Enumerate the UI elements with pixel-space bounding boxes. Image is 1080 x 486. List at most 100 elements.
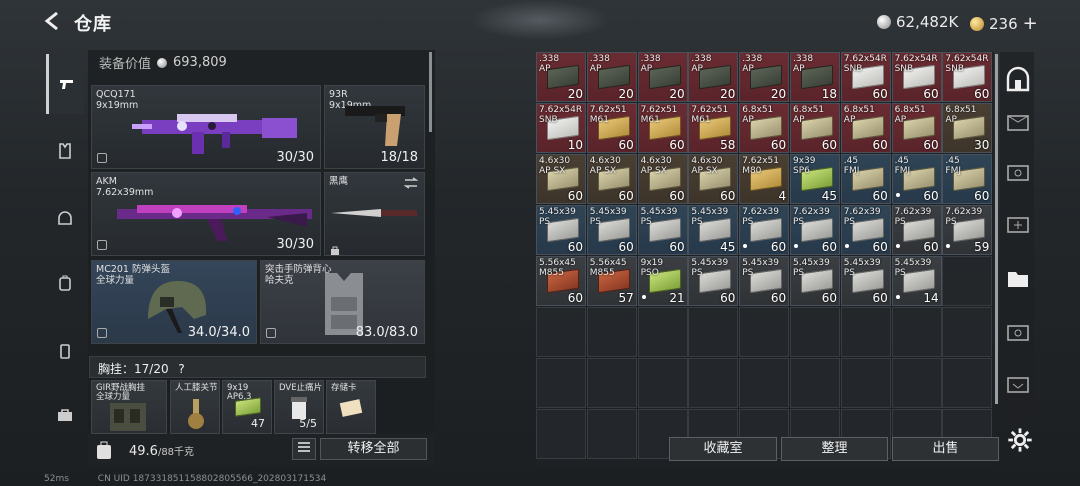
grid-item-cell[interactable]: 7.62x54R SNB 60 — [942, 52, 993, 102]
storage-tab-2[interactable] — [1004, 108, 1032, 136]
grid-empty-cell[interactable] — [536, 307, 586, 357]
rig-slot-knee[interactable]: 人工膝关节 — [170, 380, 220, 434]
melee-slot[interactable]: 黑鹰 — [324, 172, 425, 256]
storage-tab-6[interactable] — [1004, 318, 1032, 346]
grid-item-cell[interactable]: 5.45x39 PS 60 — [536, 205, 586, 255]
grid-item-cell[interactable]: .45 FMJ 60 — [840, 154, 891, 204]
grid-empty-cell[interactable] — [637, 307, 688, 357]
grid-item-cell[interactable]: 4.6x30 AP SX 60 — [586, 154, 637, 204]
grid-empty-cell[interactable] — [586, 409, 637, 459]
grid-empty-cell[interactable] — [637, 358, 688, 408]
grid-empty-cell[interactable] — [586, 307, 637, 357]
grid-empty-cell[interactable] — [840, 358, 891, 408]
settings-button[interactable] — [1006, 426, 1032, 452]
grid-item-cell[interactable]: 5.56x45 M855 57 — [586, 256, 637, 306]
grid-empty-cell[interactable] — [790, 307, 840, 357]
grid-item-cell[interactable]: 5.45x39 PS 60 — [586, 205, 637, 255]
grid-empty-cell[interactable] — [536, 409, 586, 459]
grid-item-cell[interactable]: .338 AP 20 — [688, 52, 739, 102]
grid-item-cell[interactable]: 6.8x51 AP 60 — [790, 103, 840, 153]
grid-item-cell[interactable]: 5.45x39 PS 45 — [688, 205, 739, 255]
grid-item-cell[interactable]: 7.62x54R SNB 60 — [891, 52, 942, 102]
transfer-all-button[interactable]: 转移全部 — [320, 438, 427, 460]
grid-item-cell[interactable]: .338 AP 20 — [586, 52, 637, 102]
grid-item-cell[interactable]: 4.6x30 AP SX 60 — [536, 154, 586, 204]
add-currency-button[interactable]: + — [1023, 13, 1038, 34]
grid-item-cell[interactable]: 4.6x30 AP SX 60 — [637, 154, 688, 204]
grid-item-cell[interactable]: .338 AP 20 — [637, 52, 688, 102]
grid-item-cell[interactable]: 7.62x54R SNB 10 — [536, 103, 586, 153]
grid-empty-cell[interactable] — [536, 358, 586, 408]
grid-empty-cell[interactable] — [739, 358, 790, 408]
grid-item-cell[interactable]: .45 FMJ 60 — [942, 154, 993, 204]
grid-empty-cell[interactable] — [840, 307, 891, 357]
grid-item-cell[interactable]: 6.8x51 AP 60 — [840, 103, 891, 153]
grid-item-cell[interactable]: 5.45x39 PS 14 — [891, 256, 942, 306]
grid-item-cell[interactable]: 6.8x51 AP 60 — [739, 103, 790, 153]
grid-empty-cell[interactable] — [891, 307, 942, 357]
storage-tab-7[interactable] — [1004, 370, 1032, 398]
grid-empty-cell[interactable] — [891, 358, 942, 408]
grid-item-cell[interactable]: 4.6x30 AP SX 60 — [688, 154, 739, 204]
grid-item-cell[interactable]: 5.45x39 PS 60 — [637, 205, 688, 255]
grid-empty-cell[interactable] — [790, 358, 840, 408]
grid-item-cell[interactable]: 7.62x39 PS 59 — [942, 205, 993, 255]
grid-empty-cell[interactable] — [942, 358, 993, 408]
secondary-weapon-slot[interactable]: 93R 9x19mm 18/18 — [324, 85, 425, 169]
primary-weapon-slot[interactable]: QCQ171 9x19mm 30/30 — [91, 85, 321, 169]
grid-item-cell[interactable]: .338 AP 18 — [790, 52, 840, 102]
storage-tab-main[interactable] — [1004, 66, 1032, 94]
grid-item-cell[interactable]: 5.45x39 PS 60 — [790, 256, 840, 306]
sell-button[interactable]: 出售 — [892, 437, 999, 461]
storage-tab-5-active[interactable] — [1004, 264, 1032, 292]
grid-item-cell[interactable]: .45 FMJ 60 — [891, 154, 942, 204]
grid-item-cell[interactable]: 7.62x51 M61 60 — [637, 103, 688, 153]
grid-item-cell[interactable]: .338 AP 20 — [739, 52, 790, 102]
back-arrow-icon[interactable] — [42, 10, 64, 32]
grid-empty-cell[interactable] — [688, 307, 739, 357]
grid-item-cell[interactable]: 6.8x51 AP 60 — [891, 103, 942, 153]
grid-item-cell[interactable]: 7.62x39 PS 60 — [790, 205, 840, 255]
grid-item-cell[interactable]: .338 AP 20 — [536, 52, 586, 102]
grid-empty-cell[interactable] — [942, 256, 993, 306]
grid-item-cell[interactable]: 7.62x39 PS 60 — [840, 205, 891, 255]
list-view-button[interactable] — [292, 438, 316, 460]
rig-slot-memory-card[interactable]: 存储卡 — [326, 380, 376, 434]
primary-weapon2-slot[interactable]: AKM 7.62x39mm 30/30 — [91, 172, 321, 256]
grid-empty-cell[interactable] — [688, 358, 739, 408]
storage-tab-3[interactable] — [1004, 158, 1032, 186]
rig-slot-chest-rig[interactable]: GIR野战胸挂 全球力量 — [91, 380, 167, 434]
armor-slot[interactable]: 突击手防弹背心 哈夫克 83.0/83.0 — [260, 260, 425, 344]
rail-toolbox[interactable] — [48, 398, 82, 432]
grid-item-cell[interactable]: 5.45x39 PS 60 — [688, 256, 739, 306]
loadout-scrollbar[interactable] — [429, 52, 432, 132]
rail-helmet[interactable] — [48, 202, 82, 236]
storage-tab-4[interactable] — [1004, 210, 1032, 238]
grid-scrollbar[interactable] — [995, 54, 998, 404]
grid-item-cell[interactable]: 7.62x39 PS 60 — [739, 205, 790, 255]
grid-item-cell[interactable]: 5.45x39 PS 60 — [840, 256, 891, 306]
grid-item-cell[interactable]: 7.62x51 M61 58 — [688, 103, 739, 153]
grid-item-cell[interactable]: 5.56x45 M855 60 — [536, 256, 586, 306]
grid-item-cell[interactable]: 7.62x54R SNB 60 — [840, 52, 891, 102]
rail-chest-rig[interactable] — [48, 134, 82, 168]
grid-empty-cell[interactable] — [942, 307, 993, 357]
grid-item-cell[interactable]: 9x39 SP6 45 — [790, 154, 840, 204]
grid-item-cell[interactable]: 5.45x39 PS 60 — [739, 256, 790, 306]
sort-button[interactable]: 整理 — [781, 437, 888, 461]
grid-item-cell[interactable]: 7.62x51 M61 60 — [586, 103, 637, 153]
collection-room-button[interactable]: 收藏室 — [669, 437, 777, 461]
rail-case[interactable] — [48, 334, 82, 368]
rail-backpack[interactable] — [48, 266, 82, 300]
helmet-slot[interactable]: MC201 防弹头盔 全球力量 34.0/34.0 — [91, 260, 257, 344]
help-icon[interactable]: ? — [178, 362, 184, 376]
grid-item-cell[interactable]: 7.62x51 M80 4 — [739, 154, 790, 204]
rig-slot-ammo[interactable]: 9x19 AP6.3 47 — [222, 380, 272, 434]
grid-empty-cell[interactable] — [586, 358, 637, 408]
swap-icon[interactable] — [404, 177, 418, 189]
grid-item-cell[interactable]: 9x19 PSO 21 — [637, 256, 688, 306]
rig-slot-painkiller[interactable]: DVE止痛片 5/5 — [274, 380, 324, 434]
grid-item-cell[interactable]: 6.8x51 AP 30 — [942, 103, 993, 153]
rail-weapons[interactable] — [46, 54, 84, 114]
grid-item-cell[interactable]: 7.62x39 PS 60 — [891, 205, 942, 255]
